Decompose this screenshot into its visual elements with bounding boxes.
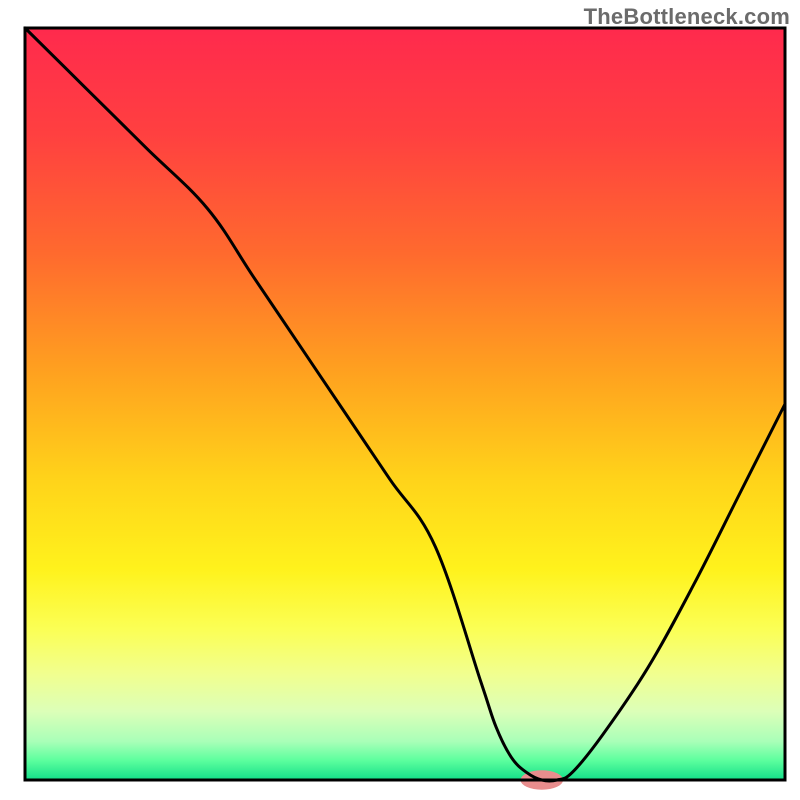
bottleneck-chart — [0, 0, 800, 800]
watermark-text: TheBottleneck.com — [584, 4, 790, 30]
